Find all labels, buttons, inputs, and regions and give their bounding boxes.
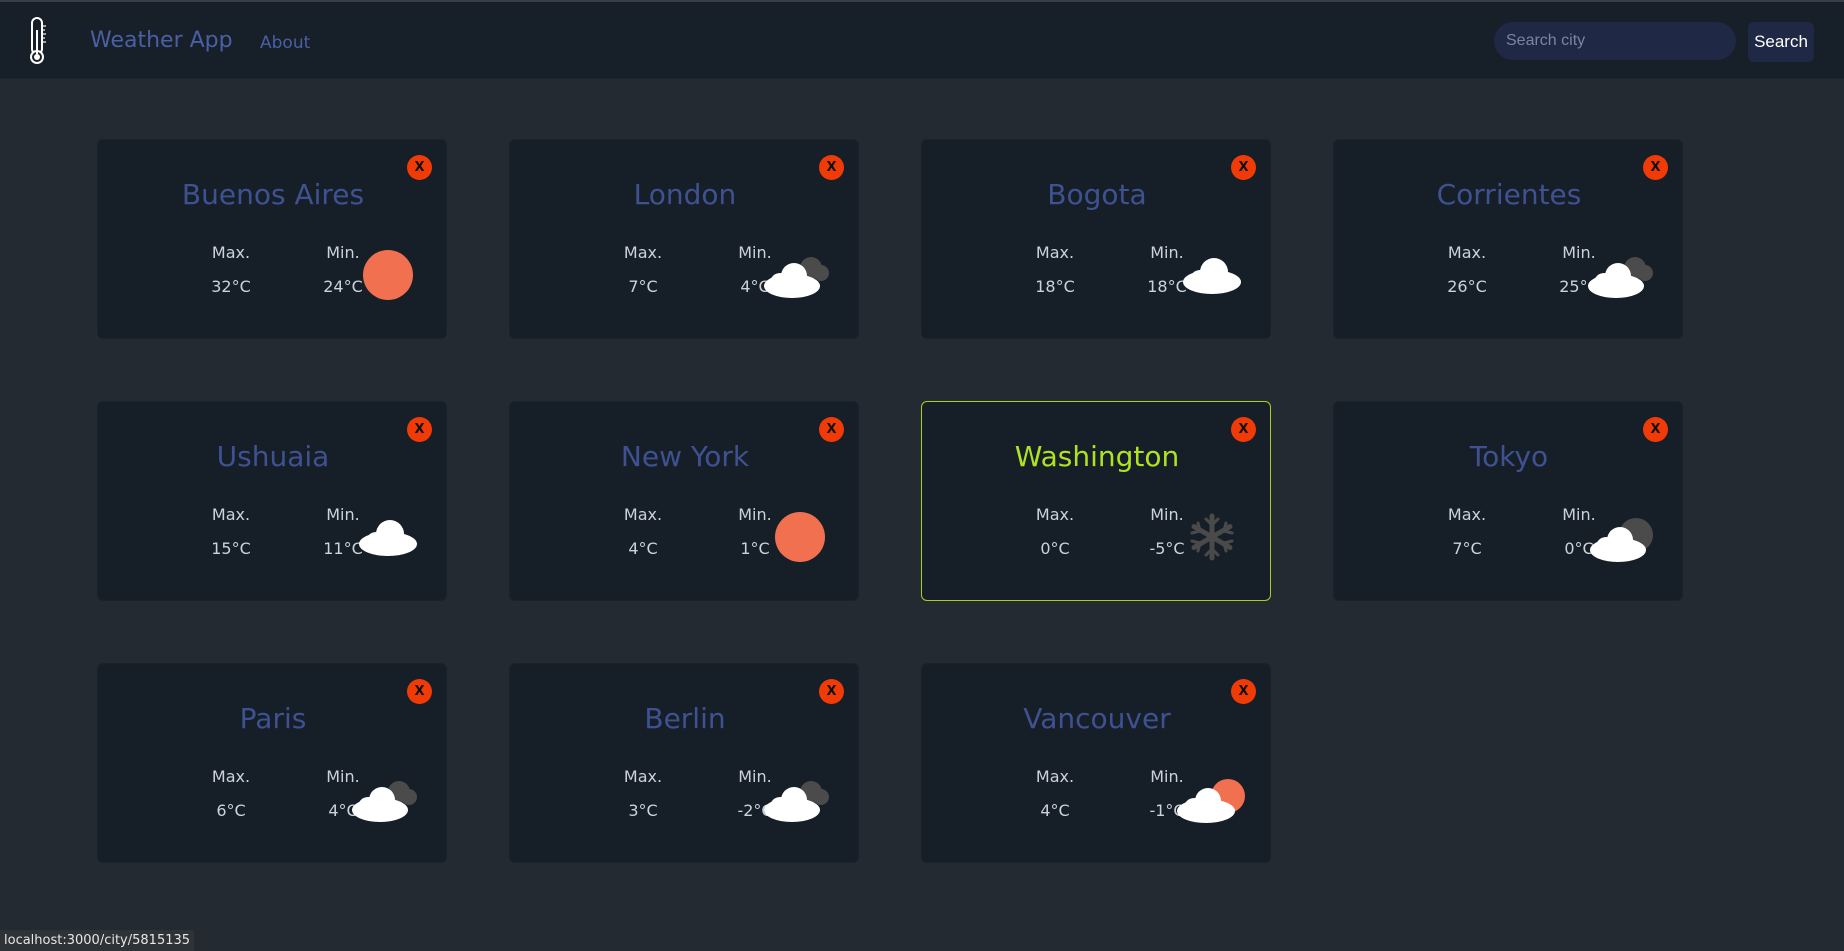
- search-input[interactable]: [1494, 22, 1736, 60]
- city-name-link[interactable]: Vancouver: [922, 702, 1272, 735]
- snowflake-icon: [1190, 513, 1234, 561]
- city-card[interactable]: X Vancouver Max. Min. 4°C -1°C: [921, 663, 1271, 863]
- city-card[interactable]: X Ushuaia Max. Min. 15°C 11°C: [97, 401, 447, 601]
- city-name-link[interactable]: Berlin: [510, 702, 860, 735]
- max-temperature: 7°C: [628, 277, 658, 296]
- sun-icon: [775, 512, 825, 562]
- cloud-sun-icon: [1177, 779, 1245, 823]
- clouds-icon: [764, 257, 829, 298]
- max-temperature: 0°C: [1040, 539, 1070, 558]
- close-card-button[interactable]: X: [1231, 155, 1256, 180]
- max-label: Max.: [623, 243, 663, 262]
- close-card-button[interactable]: X: [819, 417, 844, 442]
- status-bar-url: localhost:3000/city/5815135: [0, 930, 195, 951]
- city-card[interactable]: X Tokyo Max. Min. 7°C 0°C: [1333, 401, 1683, 601]
- city-name-link[interactable]: Paris: [98, 702, 448, 735]
- max-temperature: 4°C: [628, 539, 658, 558]
- max-label: Max.: [623, 767, 663, 786]
- max-temperature: 7°C: [1452, 539, 1482, 558]
- max-label: Max.: [211, 505, 251, 524]
- max-temperature: 6°C: [216, 801, 246, 820]
- clouds-icon: [764, 781, 829, 822]
- max-label: Max.: [623, 505, 663, 524]
- max-temperature: 4°C: [1040, 801, 1070, 820]
- city-card[interactable]: X London Max. Min. 7°C 4°C: [509, 139, 859, 339]
- max-label: Max.: [1035, 505, 1075, 524]
- cloud-icon: [1183, 258, 1241, 294]
- city-card[interactable]: X Bogota Max. Min. 18°C 18°C: [921, 139, 1271, 339]
- city-name-link[interactable]: Ushuaia: [98, 440, 448, 473]
- close-card-button[interactable]: X: [1231, 679, 1256, 704]
- max-temperature: 26°C: [1447, 277, 1487, 296]
- city-card[interactable]: X Paris Max. Min. 6°C 4°C: [97, 663, 447, 863]
- city-name-link[interactable]: Washington: [922, 440, 1272, 473]
- max-label: Max.: [211, 767, 251, 786]
- max-temperature: 18°C: [1035, 277, 1075, 296]
- sun-icon: [363, 250, 413, 300]
- city-card[interactable]: X Washington Max. Min. 0°C -5°C: [921, 401, 1271, 601]
- close-card-button[interactable]: X: [407, 679, 432, 704]
- max-temperature: 15°C: [211, 539, 251, 558]
- close-card-button[interactable]: X: [819, 155, 844, 180]
- city-card[interactable]: X Buenos Aires Max. Min. 32°C 24°C: [97, 139, 447, 339]
- city-name-link[interactable]: Corrientes: [1334, 178, 1684, 211]
- close-card-button[interactable]: X: [407, 155, 432, 180]
- clouds-icon: [1588, 257, 1653, 298]
- clouds-icon: [352, 781, 417, 822]
- close-card-button[interactable]: X: [1643, 155, 1668, 180]
- max-temperature: 3°C: [628, 801, 658, 820]
- city-name-link[interactable]: New York: [510, 440, 860, 473]
- max-label: Max.: [1035, 243, 1075, 262]
- city-card[interactable]: X New York Max. Min. 4°C 1°C: [509, 401, 859, 601]
- thermometer-icon[interactable]: [22, 16, 52, 66]
- max-label: Max.: [1447, 505, 1487, 524]
- max-label: Max.: [1447, 243, 1487, 262]
- max-temperature: 32°C: [211, 277, 251, 296]
- city-card[interactable]: X Berlin Max. Min. 3°C -2°C: [509, 663, 859, 863]
- navbar: Weather App About Search: [0, 2, 1844, 79]
- close-card-button[interactable]: X: [1643, 417, 1668, 442]
- cloud-dark-icon: [1590, 518, 1653, 562]
- city-name-link[interactable]: Bogota: [922, 178, 1272, 211]
- max-label: Max.: [211, 243, 251, 262]
- city-card[interactable]: X Corrientes Max. Min. 26°C 25°C: [1333, 139, 1683, 339]
- close-card-button[interactable]: X: [1231, 417, 1256, 442]
- app-title-link[interactable]: Weather App: [90, 28, 233, 53]
- city-name-link[interactable]: Tokyo: [1334, 440, 1684, 473]
- close-card-button[interactable]: X: [407, 417, 432, 442]
- max-label: Max.: [1035, 767, 1075, 786]
- about-link[interactable]: About: [260, 33, 310, 53]
- cloud-icon: [359, 520, 417, 556]
- close-card-button[interactable]: X: [819, 679, 844, 704]
- city-name-link[interactable]: London: [510, 178, 860, 211]
- city-name-link[interactable]: Buenos Aires: [98, 178, 448, 211]
- search-button[interactable]: Search: [1748, 22, 1814, 62]
